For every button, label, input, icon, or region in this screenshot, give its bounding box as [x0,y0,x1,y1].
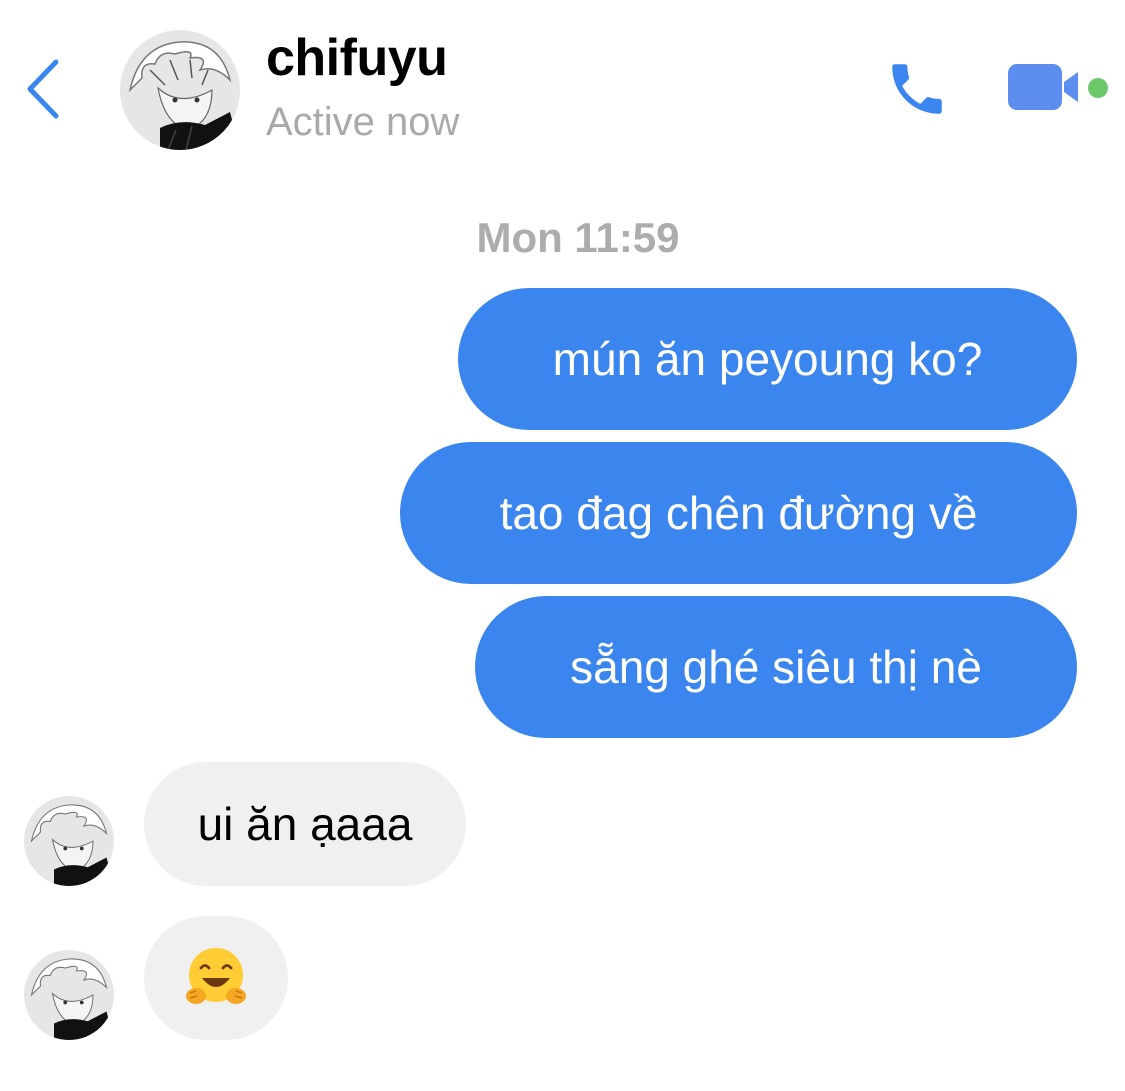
sender-avatar[interactable] [24,950,114,1040]
phone-icon [892,64,942,114]
chat-header: chifuyu Active now [0,0,1125,170]
back-button[interactable] [18,52,68,126]
audio-call-button[interactable] [884,56,950,122]
contact-name[interactable]: chifuyu [266,28,448,88]
active-status: Active now [266,100,460,144]
video-call-button[interactable] [1006,60,1088,114]
outgoing-message[interactable]: sẵng ghé siêu thị nè [475,596,1077,738]
outgoing-message[interactable]: tao đag chên đường về [400,442,1077,584]
avatar-illustration [120,30,240,150]
avatar-illustration [24,796,114,886]
chevron-left-icon [27,59,59,119]
online-indicator [1088,78,1108,98]
message-timestamp: Mon 11:59 [476,214,680,261]
contact-avatar[interactable] [120,30,240,150]
incoming-message[interactable]: ui ăn ạaaa [144,762,466,886]
incoming-emoji-message[interactable] [144,916,288,1040]
avatar-illustration [24,950,114,1040]
outgoing-message[interactable]: mún ăn peyoung ko? [458,288,1077,430]
sender-avatar[interactable] [24,796,114,886]
hugging-face-icon [182,944,250,1012]
video-camera-icon [1008,64,1078,110]
